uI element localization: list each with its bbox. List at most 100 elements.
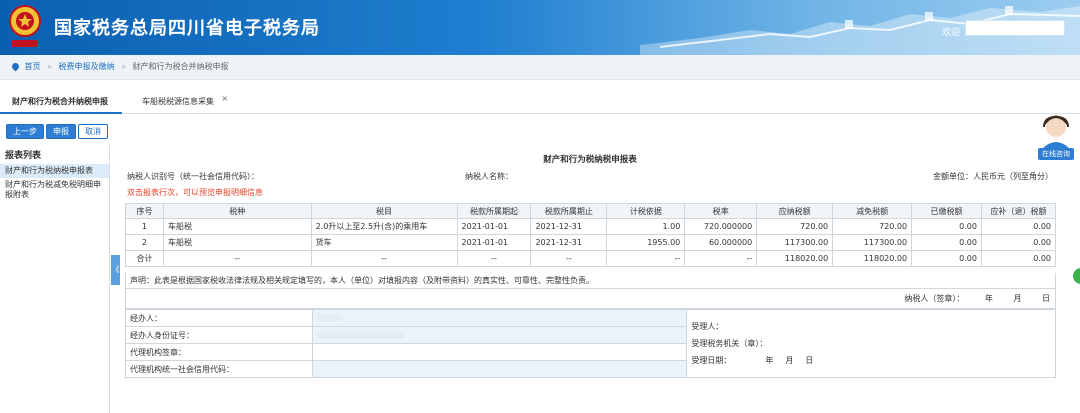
table-total-row: 合计 -- -- -- -- -- -- 118020.00 118020.00… [125, 250, 1057, 267]
column-header: 税种 [162, 203, 312, 219]
agent-id-input[interactable] [311, 326, 688, 344]
agent-acceptance-table: 经办人： 受理人： 受理税务机关（章）： 受理日期： 年 月 日 经办人身份证号： 代… [125, 309, 1056, 378]
agency-seal-label: 代理机构签章： [125, 343, 313, 361]
table-cell: 0.00 [911, 218, 982, 235]
form-title: 财产和行为税纳税申报表 [543, 155, 637, 165]
table-cell: 118020.00 [756, 250, 834, 267]
acceptance-cell: 受理人： 受理税务机关（章）： 受理日期： 年 月 日 [686, 309, 1056, 378]
breadcrumb-separator: » [121, 62, 126, 71]
table-cell: 60.000000 [684, 234, 758, 251]
column-header: 税目 [310, 203, 458, 219]
collapse-sidebar-button[interactable]: 《 [111, 255, 120, 285]
taxpayer-id-label: 纳税人识别号（统一社会信用代码）： [127, 172, 259, 181]
column-header: 税款所属期起 [456, 203, 532, 219]
table-cell: 117300.00 [832, 234, 913, 251]
welcome-label: 欢迎 [942, 28, 961, 38]
sign-year: 年 [984, 294, 993, 303]
cancel-button[interactable]: 取消 [78, 124, 108, 139]
close-icon[interactable]: × [221, 89, 228, 109]
accept-date-label: 受理日期： [691, 356, 732, 365]
sign-label: 纳税人（签章）： [904, 294, 965, 303]
table-cell: 2021-12-31 [530, 234, 608, 251]
sign-month: 月 [1013, 294, 1022, 303]
tax-table: 序号 税种 税目 税款所属期起 税款所属期止 计税依据 税率 应纳税额 减免税额… [125, 203, 1057, 267]
table-cell: 1.00 [606, 218, 686, 235]
previous-button[interactable]: 上一步 [6, 124, 44, 139]
table-row[interactable]: 1 车船税 2.0升以上至2.5升(含)的乘用车 2021-01-01 2021… [125, 218, 1057, 235]
breadcrumb-level1[interactable]: 税费申报及缴纳 [59, 62, 115, 71]
online-consult-button[interactable]: 在线咨询 [1038, 148, 1074, 160]
table-cell: -- [310, 250, 458, 267]
table-cell: 720.00 [756, 218, 834, 235]
agent-id-label: 经办人身份证号： [125, 326, 313, 344]
report-list-sidebar: 报表列表 财产和行为税纳税申报表 财产和行为税减免税明细申报附表 [0, 145, 110, 413]
table-cell: 720.000000 [684, 218, 758, 235]
agent-label: 经办人： [125, 309, 313, 327]
table-cell: 720.00 [832, 218, 913, 235]
column-header: 已缴税额 [911, 203, 982, 219]
site-title: 国家税务总局四川省电子税务局 [54, 18, 320, 39]
tab-label: 财产和行为税合并纳税申报 [12, 97, 108, 106]
breadcrumb: 首页 » 税费申报及缴纳 » 财产和行为税合并纳税申报 [0, 55, 1080, 80]
masked-value [316, 331, 405, 339]
table-cell: 0.00 [980, 250, 1057, 267]
table-cell: 117300.00 [756, 234, 834, 251]
sidebar-item-main-report[interactable]: 财产和行为税纳税申报表 [0, 164, 109, 178]
column-header: 税率 [684, 203, 758, 219]
taxpayer-sign-row: 纳税人（签章）： 年 月 日 [125, 289, 1056, 309]
accept-month: 月 [785, 356, 794, 365]
table-cell: 车船税 [162, 218, 312, 235]
column-header: 减免税额 [832, 203, 913, 219]
acceptor-label: 受理人： [691, 322, 724, 331]
table-cell: 0.00 [911, 234, 982, 251]
agent-input[interactable] [311, 309, 688, 327]
taxpayer-name-label: 纳税人名称： [465, 172, 513, 181]
side-widget-handle[interactable] [1073, 268, 1080, 284]
accept-year: 年 [765, 356, 774, 365]
table-cell: 合计 [125, 250, 164, 267]
table-cell: 1 [125, 218, 164, 235]
accept-date-row: 受理日期： 年 月 日 [691, 352, 1051, 369]
tab-vehicle-tax-source[interactable]: 车船税税源信息采集 × [130, 92, 230, 114]
table-cell: -- [456, 250, 532, 267]
amount-unit-label: 金额单位：人民币元（列至角分） [933, 172, 1053, 181]
toolbar: 上一步 申报 取消 [6, 124, 110, 139]
breadcrumb-current: 财产和行为税合并纳税申报 [132, 62, 229, 71]
table-row[interactable]: 2 车船税 货车 2021-01-01 2021-12-31 1955.00 6… [125, 234, 1057, 251]
table-cell: 车船税 [162, 234, 312, 251]
table-cell: 2021-01-01 [456, 234, 532, 251]
table-cell: 0.00 [980, 218, 1057, 235]
submit-button[interactable]: 申报 [46, 124, 76, 139]
breadcrumb-home[interactable]: 首页 [25, 62, 41, 71]
agency-seal-input[interactable] [311, 343, 688, 361]
column-header: 应纳税额 [756, 203, 834, 219]
table-cell: 2021-01-01 [456, 218, 532, 235]
sidebar-item-exemption-schedule[interactable]: 财产和行为税减免税明细申报附表 [0, 178, 109, 202]
tax-emblem-icon [9, 5, 41, 47]
masked-value [316, 314, 341, 322]
tab-bar: 财产和行为税合并纳税申报 车船税税源信息采集 × [0, 92, 1080, 114]
location-pin-icon [10, 61, 21, 72]
table-header-row: 序号 税种 税目 税款所属期起 税款所属期止 计税依据 税率 应纳税额 减免税额… [125, 203, 1057, 219]
table-cell: 118020.00 [832, 250, 913, 267]
column-header: 应补（退）税额 [980, 203, 1057, 219]
table-cell: 2021-12-31 [530, 218, 608, 235]
tab-combined-declaration[interactable]: 财产和行为税合并纳税申报 [0, 92, 122, 114]
breadcrumb-separator: » [47, 62, 52, 71]
sidebar-title: 报表列表 [5, 151, 42, 161]
agency-code-input[interactable] [311, 360, 688, 378]
table-cell: 1955.00 [606, 234, 686, 251]
preview-hint: 双击报表行次，可以预览申报明细信息 [127, 188, 263, 197]
table-cell: 0.00 [911, 250, 982, 267]
table-cell: -- [162, 250, 312, 267]
tab-label: 车船税税源信息采集 [142, 97, 214, 106]
accept-day: 日 [805, 356, 814, 365]
table-cell: -- [530, 250, 608, 267]
sign-day: 日 [1042, 294, 1050, 303]
table-cell: -- [606, 250, 686, 267]
site-header: 国家税务总局四川省电子税务局 欢迎 [0, 0, 1080, 55]
taxpayer-info-row: 纳税人识别号（统一社会信用代码）： 纳税人名称： 金额单位：人民币元（列至角分） [127, 171, 1053, 182]
table-cell: 0.00 [980, 234, 1057, 251]
column-header: 税款所属期止 [530, 203, 608, 219]
user-name-box [965, 20, 1065, 36]
